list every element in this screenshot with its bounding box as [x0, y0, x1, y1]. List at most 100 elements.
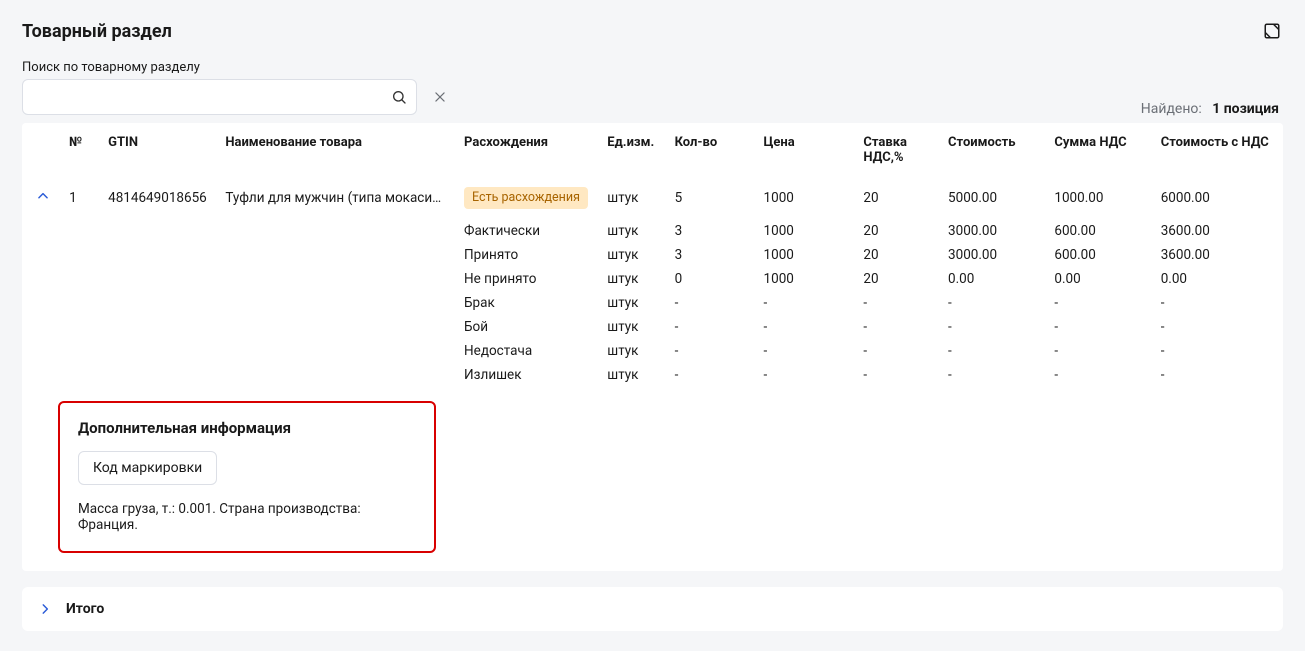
section-title: Товарный раздел	[22, 21, 172, 42]
table-subrow: Принятоштук31000203000.00600.003600.00	[22, 243, 1283, 267]
chevron-up-icon[interactable]	[36, 189, 50, 203]
col-no: №	[61, 123, 100, 177]
fullscreen-icon[interactable]	[1261, 20, 1283, 42]
search-icon[interactable]	[391, 89, 407, 105]
subrow-price: -	[756, 315, 856, 339]
subrow-vat: 20	[855, 267, 940, 291]
subrow-label: Недостача	[456, 339, 599, 363]
subrow-qty: -	[667, 363, 756, 387]
subrow-vat: 20	[855, 243, 940, 267]
subrow-cost: 3000.00	[940, 219, 1046, 243]
subrow-cost: -	[940, 363, 1046, 387]
col-disc: Расхождения	[456, 123, 599, 177]
subrow-vat: -	[855, 291, 940, 315]
subrow-total: 0.00	[1153, 267, 1283, 291]
col-gtin: GTIN	[100, 123, 217, 177]
cell-gtin: 4814649018656	[100, 177, 217, 219]
totals-panel[interactable]: Итого	[22, 587, 1283, 631]
subrow-total: -	[1153, 339, 1283, 363]
subrow-price: -	[756, 363, 856, 387]
cell-qty: 5	[667, 177, 756, 219]
subrow-total: -	[1153, 363, 1283, 387]
subrow-vatsum: 0.00	[1046, 267, 1152, 291]
subrow-unit: штук	[599, 267, 666, 291]
cell-total: 6000.00	[1153, 177, 1283, 219]
extra-info-block: Дополнительная информация Код маркировки…	[58, 401, 436, 553]
table-subrow: Не принятоштук01000200.000.000.00	[22, 267, 1283, 291]
found-label: Найдено:	[1141, 101, 1202, 117]
table-subrow: Бракштук------	[22, 291, 1283, 315]
col-total: Стоимость с НДС	[1153, 123, 1283, 177]
subrow-unit: штук	[599, 243, 666, 267]
table-subrow: Бойштук------	[22, 315, 1283, 339]
table-row: 1 4814649018656 Туфли для мужчин (типа м…	[22, 177, 1283, 219]
extra-info-text: Масса груза, т.: 0.001. Страна производс…	[78, 501, 416, 533]
table-subrow: Излишекштук------	[22, 363, 1283, 387]
subrow-vat: 20	[855, 219, 940, 243]
subrow-price: 1000	[756, 243, 856, 267]
table-subrow: Недостачаштук------	[22, 339, 1283, 363]
cell-price: 1000	[756, 177, 856, 219]
col-name: Наименование товара	[217, 123, 456, 177]
col-qty: Кол-во	[667, 123, 756, 177]
subrow-vatsum: 600.00	[1046, 219, 1152, 243]
subrow-qty: -	[667, 291, 756, 315]
subrow-total: -	[1153, 315, 1283, 339]
subrow-cost: 0.00	[940, 267, 1046, 291]
subrow-price: 1000	[756, 219, 856, 243]
subrow-price: -	[756, 291, 856, 315]
col-cost: Стоимость	[940, 123, 1046, 177]
cell-vat: 20	[855, 177, 940, 219]
goods-table-card: № GTIN Наименование товара Расхождения Е…	[22, 123, 1283, 571]
subrow-vatsum: -	[1046, 291, 1152, 315]
subrow-unit: штук	[599, 291, 666, 315]
subrow-label: Фактически	[456, 219, 599, 243]
subrow-qty: 3	[667, 219, 756, 243]
col-unit: Ед.изм.	[599, 123, 666, 177]
subrow-vatsum: -	[1046, 363, 1152, 387]
subrow-cost: -	[940, 291, 1046, 315]
clear-search-icon[interactable]	[431, 88, 449, 106]
subrow-qty: -	[667, 339, 756, 363]
subrow-cost: -	[940, 315, 1046, 339]
subrow-unit: штук	[599, 339, 666, 363]
subrow-price: -	[756, 339, 856, 363]
subrow-total: 3600.00	[1153, 243, 1283, 267]
subrow-label: Излишек	[456, 363, 599, 387]
col-vat: Ставка НДС,%	[855, 123, 940, 177]
subrow-label: Брак	[456, 291, 599, 315]
subrow-vat: -	[855, 315, 940, 339]
cell-name: Туфли для мужчин (типа мокасин) …	[217, 177, 456, 219]
table-subrow: Фактическиштук31000203000.00600.003600.0…	[22, 219, 1283, 243]
chevron-right-icon	[38, 602, 52, 616]
found-count: 1 позиция	[1212, 101, 1279, 117]
subrow-vatsum: -	[1046, 315, 1152, 339]
subrow-vatsum: -	[1046, 339, 1152, 363]
subrow-total: -	[1153, 291, 1283, 315]
cell-unit: штук	[599, 177, 666, 219]
search-input[interactable]	[22, 79, 417, 115]
subrow-total: 3600.00	[1153, 219, 1283, 243]
subrow-cost: -	[940, 339, 1046, 363]
subrow-unit: штук	[599, 363, 666, 387]
marking-code-button[interactable]: Код маркировки	[78, 451, 217, 485]
extra-info-title: Дополнительная информация	[78, 419, 416, 437]
subrow-label: Принято	[456, 243, 599, 267]
discrepancy-badge: Есть расхождения	[464, 187, 588, 209]
cell-vatsum: 1000.00	[1046, 177, 1152, 219]
subrow-qty: 3	[667, 243, 756, 267]
subrow-vat: -	[855, 363, 940, 387]
subrow-label: Не принято	[456, 267, 599, 291]
subrow-qty: 0	[667, 267, 756, 291]
subrow-qty: -	[667, 315, 756, 339]
cell-no: 1	[61, 177, 100, 219]
subrow-cost: 3000.00	[940, 243, 1046, 267]
subrow-unit: штук	[599, 219, 666, 243]
col-vatsum: Сумма НДС	[1046, 123, 1152, 177]
subrow-unit: штук	[599, 315, 666, 339]
subrow-vat: -	[855, 339, 940, 363]
subrow-vatsum: 600.00	[1046, 243, 1152, 267]
cell-cost: 5000.00	[940, 177, 1046, 219]
subrow-price: 1000	[756, 267, 856, 291]
search-label: Поиск по товарному разделу	[22, 60, 1283, 75]
